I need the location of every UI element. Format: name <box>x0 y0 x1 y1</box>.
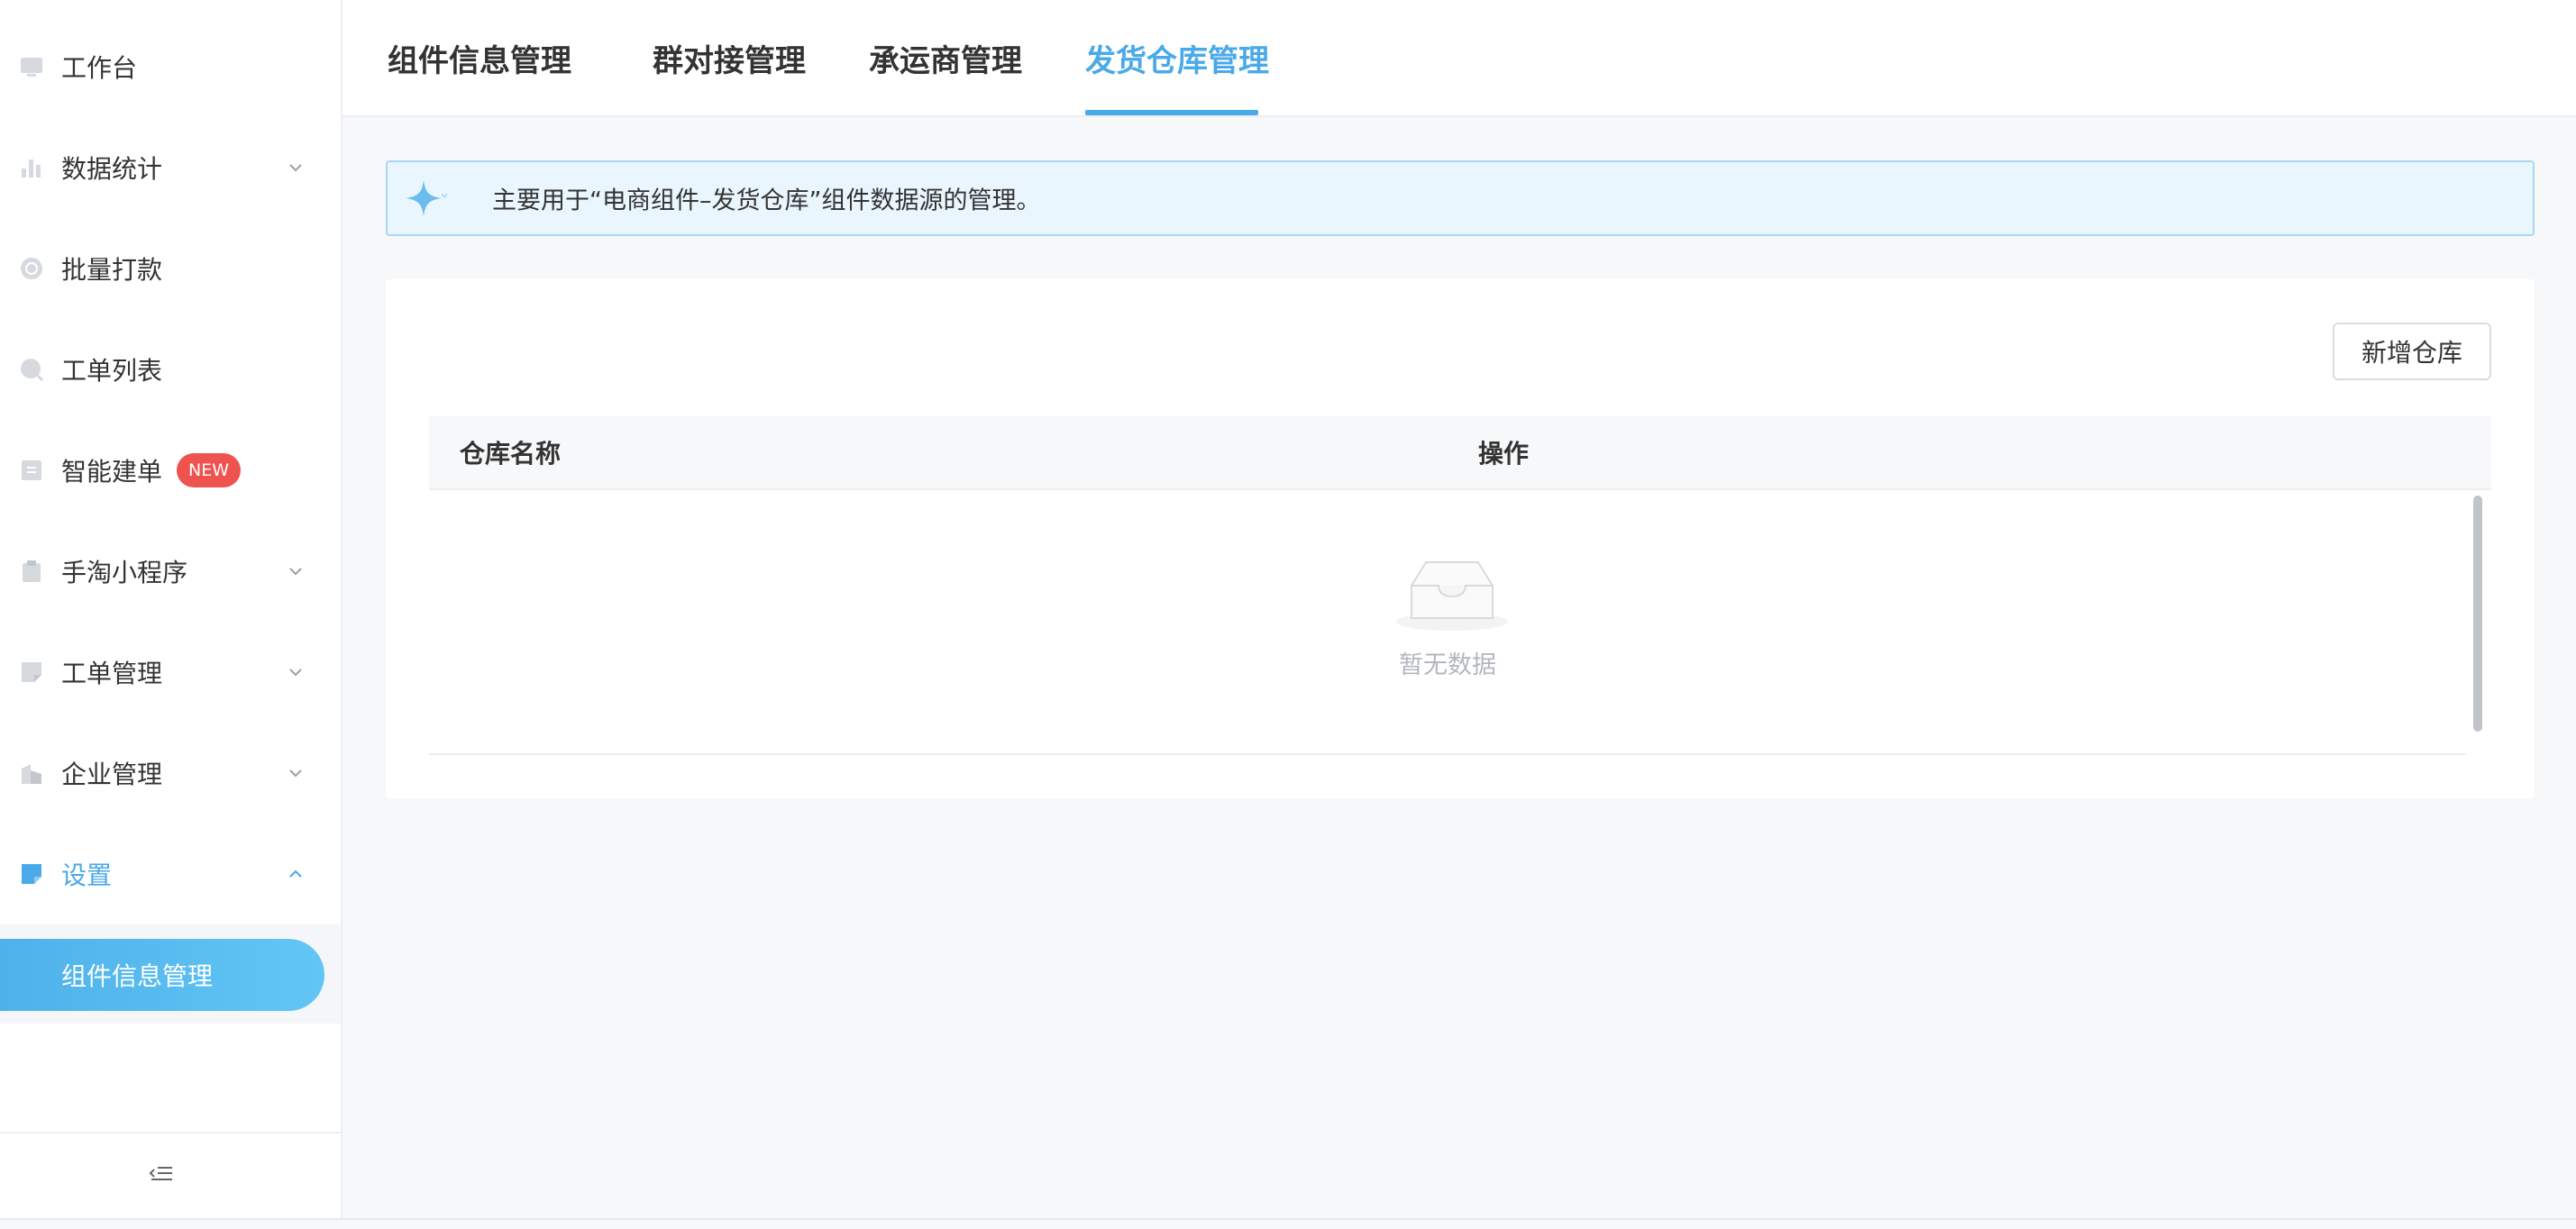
sidebar-item-label: 工作台 <box>61 53 138 83</box>
submenu-item-component-info[interactable]: 组件信息管理 <box>0 939 324 1011</box>
chevron-down-icon <box>289 568 302 576</box>
new-badge: NEW <box>177 453 242 487</box>
note-icon <box>22 662 41 682</box>
column-header-warehouse-name: 仓库名称 <box>460 439 562 469</box>
sidebar-item-settings[interactable]: 设置 <box>0 824 341 924</box>
sidebar-item-batch-payment[interactable]: 批量打款 <box>0 218 341 319</box>
sparkle-icon <box>406 180 447 216</box>
table-bottom-border <box>429 753 2466 755</box>
sidebar-item-mini-program[interactable]: 手淘小程序 <box>0 521 341 622</box>
settings-icon <box>22 864 41 884</box>
sidebar-item-label: 手淘小程序 <box>61 558 188 587</box>
table-scrollbar[interactable] <box>2473 496 2482 732</box>
sidebar-item-label: 工单列表 <box>61 356 163 386</box>
tab-warehouse[interactable]: 发货仓库管理 <box>1085 36 1269 80</box>
doc-icon <box>22 460 41 480</box>
building-icon <box>22 764 41 784</box>
sidebar-item-ticket-management[interactable]: 工单管理 <box>0 622 341 723</box>
sidebar-item-label: 设置 <box>61 860 113 890</box>
chevron-down-icon <box>289 769 302 778</box>
table-body: 暂无数据 <box>429 490 2491 755</box>
sidebar-item-workbench[interactable]: 工作台 <box>0 16 341 117</box>
bar-chart-icon <box>22 159 41 178</box>
sidebar-item-ticket-list[interactable]: 工单列表 <box>0 319 341 420</box>
monitor-icon <box>21 58 42 77</box>
alert-text: 主要用于“电商组件–发货仓库”组件数据源的管理。 <box>492 187 1041 215</box>
clipboard-icon <box>23 560 41 582</box>
sidebar-item-smart-create[interactable]: 智能建单 NEW <box>0 420 341 521</box>
bottom-edge <box>0 1218 2576 1229</box>
coin-icon <box>21 258 42 279</box>
tab-component-info[interactable]: 组件信息管理 <box>388 36 571 80</box>
sidebar-item-label: 数据统计 <box>61 154 163 184</box>
chevron-up-icon <box>289 869 302 878</box>
sidebar-item-label: 企业管理 <box>61 760 163 789</box>
chevron-down-icon <box>289 164 302 172</box>
table-header: 仓库名称 操作 <box>429 416 2491 490</box>
column-header-actions: 操作 <box>1478 439 1530 469</box>
sidebar-item-label: 批量打款 <box>61 255 163 285</box>
sidebar-item-label: 工单管理 <box>61 659 163 688</box>
empty-inbox-icon <box>1396 561 1508 631</box>
sidebar-item-label: 智能建单 <box>61 457 163 487</box>
top-tabs: 组件信息管理 群对接管理 承运商管理 发货仓库管理 <box>343 0 2576 117</box>
chevron-down-icon <box>289 669 302 677</box>
sidebar-item-statistics[interactable]: 数据统计 <box>0 117 341 218</box>
search-icon <box>21 359 43 381</box>
warehouse-card: 新增仓库 仓库名称 操作 暂无数据 <box>386 279 2535 798</box>
active-tab-indicator <box>1085 110 1258 115</box>
add-warehouse-button[interactable]: 新增仓库 <box>2333 323 2491 380</box>
empty-state-text: 暂无数据 <box>1399 651 1496 679</box>
sidebar-footer <box>0 1132 341 1218</box>
tab-group-docking[interactable]: 群对接管理 <box>653 36 806 80</box>
info-alert: 主要用于“电商组件–发货仓库”组件数据源的管理。 <box>386 160 2535 236</box>
collapse-sidebar-icon[interactable] <box>148 1161 175 1188</box>
sidebar-item-enterprise[interactable]: 企业管理 <box>0 723 341 824</box>
sidebar: 工作台 数据统计 批量打款 工单列表 智能建单 NEW 手淘小程序 工单管理 企… <box>0 0 343 1218</box>
tab-carrier[interactable]: 承运商管理 <box>869 36 1022 80</box>
